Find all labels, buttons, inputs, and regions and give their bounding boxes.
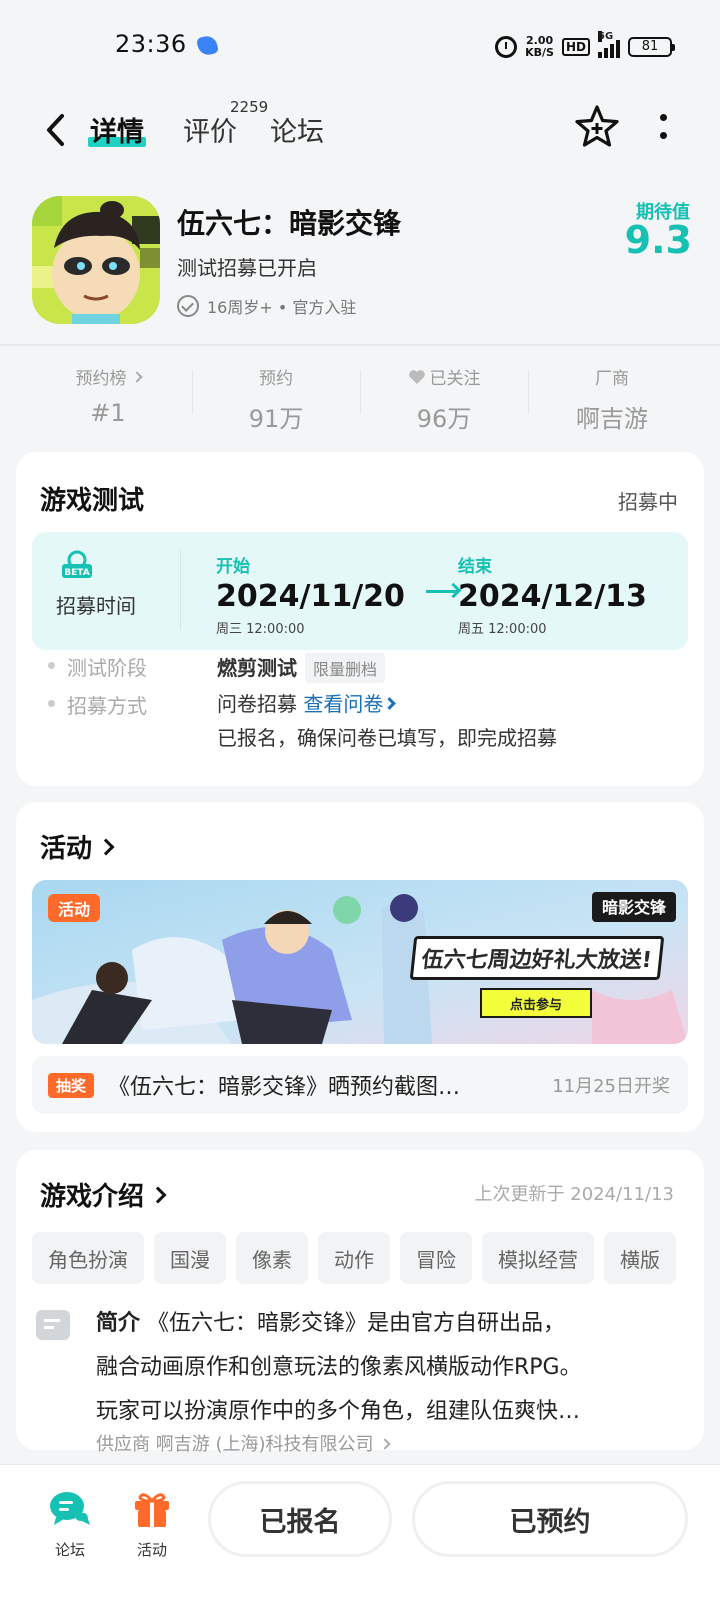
expect-value: 9.3 — [624, 218, 692, 262]
lottery-item[interactable]: 抽奖 《伍六七：暗影交锋》晒预约截图… 11月25日开奖 — [32, 1056, 688, 1114]
chevron-right-icon — [130, 370, 143, 383]
app-meta: 16周岁+ • 官方入驻 — [177, 294, 356, 318]
intro-card: 游戏介绍 上次更新于 2024/11/13 角色扮演 国漫 像素 动作 冒险 模… — [16, 1150, 704, 1455]
genre-tag[interactable]: 模拟经营 — [482, 1232, 594, 1284]
bottom-activity[interactable]: 活动 — [122, 1489, 182, 1560]
banner-join-button[interactable]: 点击参与 — [480, 988, 592, 1018]
heart-icon — [408, 369, 425, 384]
recruit-label: 招募时间 — [56, 594, 136, 618]
activity-title[interactable]: 活动 — [40, 828, 115, 865]
start-date: 开始 2024/11/20 周三 12:00:00 — [216, 557, 405, 637]
app-header: 伍六七：暗影交锋 测试招募已开启 16周岁+ • 官方入驻 期待值 9.3 — [0, 184, 720, 346]
status-time: 23:36 — [115, 30, 187, 58]
signal-icon: 5G — [598, 31, 620, 58]
alarm-icon — [495, 36, 518, 58]
lottery-tag: 抽奖 — [48, 1072, 95, 1098]
tab-detail[interactable]: 详情 — [88, 110, 146, 149]
top-nav: 详情 评价 2259 论坛 — [0, 92, 720, 184]
view-survey-link[interactable]: 查看问卷 — [303, 692, 397, 716]
bottom-forum[interactable]: 论坛 — [40, 1489, 100, 1560]
genre-tag[interactable]: 角色扮演 — [32, 1232, 144, 1284]
intro-text[interactable]: 简介 《伍六七：暗影交锋》是由官方自研出品， 融合动画原作和创意玩法的像素风横版… — [96, 1302, 666, 1434]
test-method-row: 招募方式 问卷招募 查看问卷 已报名，确保问卷已填写，即完成招募 — [48, 690, 557, 752]
genre-tag[interactable]: 横版 — [604, 1232, 676, 1284]
svg-text:暗影交锋: 暗影交锋 — [602, 898, 667, 917]
tab-review[interactable]: 评价 — [183, 110, 237, 149]
back-icon[interactable] — [40, 110, 74, 150]
status-icons: 2.00 KB/S HD 5G 81 — [495, 30, 675, 64]
banner-tag: 活动 — [48, 894, 101, 922]
arrow-right-icon — [426, 590, 458, 593]
bubble-icon — [195, 33, 220, 58]
check-icon — [177, 295, 199, 317]
forum-icon — [50, 1492, 90, 1525]
test-title: 游戏测试 — [40, 486, 145, 516]
banner-headline: 伍六七周边好礼大放送! — [409, 936, 665, 980]
chevron-right-icon — [383, 697, 397, 710]
chevron-right-icon — [379, 1438, 391, 1450]
review-count: 2259 — [230, 98, 269, 116]
battery-icon: 81 — [628, 37, 675, 57]
app-title: 伍六七：暗影交锋 — [177, 207, 402, 240]
test-status: 招募中 — [618, 490, 678, 514]
stat-rank[interactable]: 预约榜 #1 — [24, 348, 192, 436]
activity-banner[interactable]: 暗影交锋 活动 伍六七周边好礼大放送! 点击参与 — [32, 880, 688, 1044]
star-plus-icon[interactable] — [574, 104, 620, 150]
stage-tag: 限量删档 — [305, 653, 386, 683]
chevron-right-icon — [97, 838, 115, 855]
intro-title[interactable]: 游戏介绍 — [40, 1176, 167, 1213]
genre-tag[interactable]: 像素 — [236, 1232, 308, 1284]
stat-reserve: 预约 91万 — [192, 348, 360, 436]
network-speed: 2.00 KB/S — [525, 34, 554, 59]
end-date: 结束 2024/12/13 周五 12:00:00 — [458, 557, 647, 637]
stat-follow[interactable]: 已关注 96万 — [360, 348, 528, 436]
more-icon[interactable] — [650, 110, 676, 144]
svg-text:BETA: BETA — [64, 568, 89, 578]
supplier-link[interactable]: 供应商 啊吉游 (上海)科技有限公司 — [96, 1430, 391, 1456]
genre-tag[interactable]: 动作 — [318, 1232, 390, 1284]
method-note: 已报名，确保问卷已填写，即完成招募 — [217, 726, 557, 750]
test-card: 游戏测试 招募中 BETA 招募时间 开始 2024/11/20 周三 12:0… — [16, 452, 704, 786]
test-stage-row: 测试阶段 燃剪测试 限量删档 — [48, 652, 386, 683]
hd-icon: HD — [561, 38, 590, 56]
gift-icon — [135, 1493, 169, 1527]
app-icon[interactable] — [32, 196, 160, 324]
intro-updated: 上次更新于 2024/11/13 — [474, 1184, 674, 1205]
lottery-date: 11月25日开奖 — [552, 1076, 670, 1097]
app-subtitle: 测试招募已开启 — [177, 256, 317, 280]
genre-tag[interactable]: 国漫 — [154, 1232, 226, 1284]
bottom-bar: 论坛 活动 已报名 已预约 — [0, 1464, 720, 1608]
activity-card: 活动 暗影交锋 活动 伍六七周边好礼大放送! 点击参与 抽奖 《伍六七：暗影交锋… — [16, 802, 704, 1132]
lottery-text: 《伍六七：暗影交锋》晒预约截图… — [108, 1075, 461, 1100]
status-bar: 23:36 2.00 KB/S HD 5G 81 — [0, 0, 720, 92]
genre-tags: 角色扮演 国漫 像素 动作 冒险 模拟经营 横版 — [32, 1232, 704, 1284]
stat-vendor[interactable]: 厂商 啊吉游 — [528, 348, 696, 436]
tab-forum[interactable]: 论坛 — [270, 110, 324, 149]
reserved-button[interactable]: 已预约 — [412, 1481, 688, 1557]
chevron-right-icon — [149, 1186, 167, 1203]
beta-icon: BETA — [62, 550, 92, 578]
recruit-time-box: BETA 招募时间 开始 2024/11/20 周三 12:00:00 结束 2… — [32, 532, 688, 650]
signed-up-button[interactable]: 已报名 — [208, 1481, 392, 1557]
genre-tag[interactable]: 冒险 — [400, 1232, 472, 1284]
stats-row: 预约榜 #1 预约 91万 已关注 96万 厂商 啊吉游 — [24, 348, 696, 436]
note-icon — [36, 1310, 70, 1340]
